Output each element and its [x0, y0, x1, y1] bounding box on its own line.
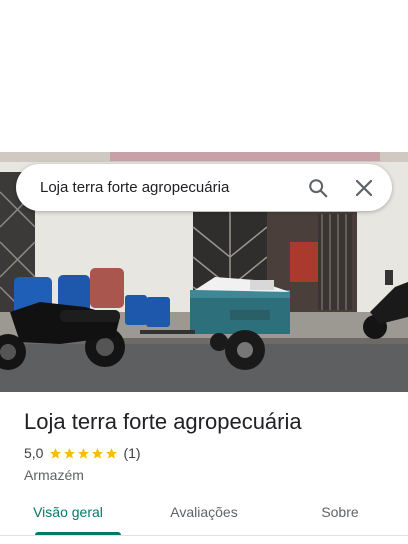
- search-input[interactable]: Loja terra forte agropecuária: [16, 179, 298, 196]
- tab-about[interactable]: Sobre: [272, 494, 408, 538]
- star-icon: [78, 447, 90, 459]
- search-bar[interactable]: Loja terra forte agropecuária: [16, 164, 392, 211]
- tabs-divider: [0, 535, 408, 536]
- star-icon: [64, 447, 76, 459]
- close-icon[interactable]: [344, 168, 384, 208]
- place-info: Loja terra forte agropecuária 5,0 (1) Ar…: [24, 408, 394, 483]
- place-category[interactable]: Armazém: [24, 467, 394, 483]
- search-icon[interactable]: [298, 168, 338, 208]
- tab-reviews[interactable]: Avaliações: [136, 494, 272, 538]
- place-title: Loja terra forte agropecuária: [24, 409, 302, 434]
- rating-row[interactable]: 5,0 (1): [24, 444, 394, 462]
- star-icon: [106, 447, 118, 459]
- star-rating: [49, 447, 119, 460]
- star-icon: [92, 447, 104, 459]
- review-count[interactable]: (1): [123, 445, 140, 461]
- rating-value: 5,0: [24, 445, 44, 461]
- star-icon: [50, 447, 62, 459]
